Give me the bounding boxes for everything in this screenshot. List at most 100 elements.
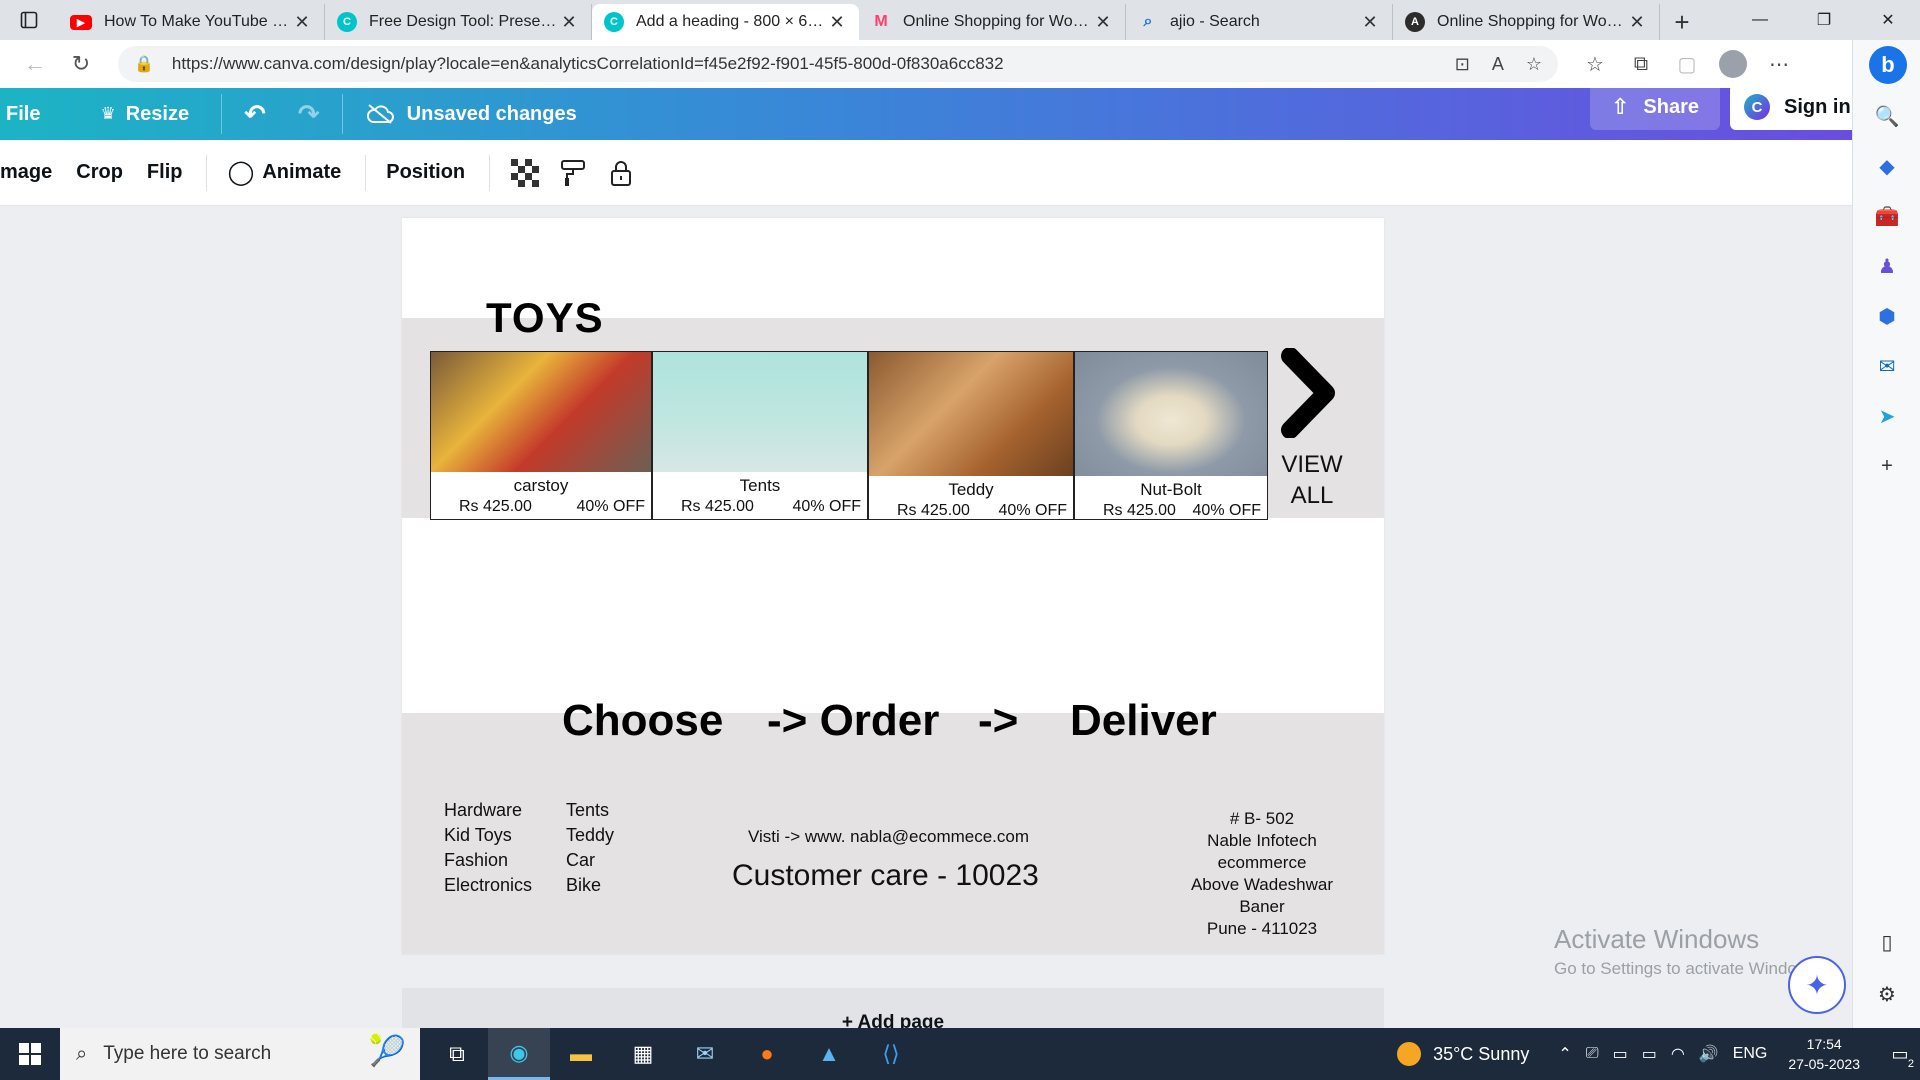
footer-product-list: Tents Teddy Car Bike <box>566 798 614 898</box>
wifi-icon[interactable]: ◠ <box>1671 1044 1685 1064</box>
volume-icon[interactable]: 🔊 <box>1699 1044 1719 1064</box>
games-icon[interactable]: ♟ <box>1873 252 1901 280</box>
product-card[interactable]: Teddy Rs 425.00 40% OFF <box>868 351 1074 520</box>
battery-icon[interactable]: ▭ <box>1642 1044 1657 1064</box>
read-aloud-icon[interactable]: A <box>1492 54 1504 75</box>
tools-icon[interactable]: 🧰 <box>1873 202 1901 230</box>
design-page[interactable]: TOYS carstoy Rs 425.00 40% OFF Tents Rs … <box>402 218 1384 954</box>
view-all-link[interactable]: VIEW ALL <box>1276 347 1348 511</box>
lock-icon[interactable] <box>606 158 636 188</box>
address-line: Baner <box>1239 897 1285 916</box>
resize-button[interactable]: ♛ Resize <box>100 103 189 126</box>
windows-taskbar: ⌕ Type here to search 🎾 ⧉ ◉ ▬ ▦ ✉ ● ▲ ⟨⟩… <box>0 1028 1920 1080</box>
language-indicator[interactable]: ENG <box>1733 1045 1768 1063</box>
crop-button[interactable]: Crop <box>76 161 123 184</box>
mail-icon[interactable]: ✉ <box>674 1028 736 1080</box>
browser-tab[interactable]: M Online Shopping for Wome ✕ <box>859 4 1126 40</box>
edit-image-button[interactable]: mage <box>0 161 52 184</box>
collections-icon[interactable]: ⧉ <box>1618 53 1664 76</box>
close-tab-icon[interactable]: ✕ <box>559 12 579 33</box>
transparency-icon[interactable] <box>510 158 540 188</box>
flip-button[interactable]: Flip <box>147 161 183 184</box>
browser-tab[interactable]: ▶ How To Make YouTube Cha ✕ <box>58 4 325 40</box>
footer-link[interactable]: Tents <box>566 798 614 823</box>
close-tab-icon[interactable]: ✕ <box>827 12 847 33</box>
address-line: Above Wadeshwar <box>1190 875 1334 894</box>
bing-chat-icon[interactable]: b <box>1869 46 1907 84</box>
restore-icon[interactable]: ❐ <box>1792 0 1856 40</box>
footer-link[interactable]: Car <box>566 848 614 873</box>
browser-tab-active[interactable]: C Add a heading - 800 × 600p ✕ <box>592 4 859 40</box>
sign-in-button[interactable]: C Sign in <box>1730 84 1852 130</box>
profile-avatar[interactable] <box>1719 50 1747 78</box>
share-button[interactable]: ⇧ Share <box>1590 84 1720 130</box>
close-tab-icon[interactable]: ✕ <box>1360 12 1380 33</box>
product-card[interactable]: Nut-Bolt Rs 425.00 40% OFF <box>1074 351 1268 520</box>
shopping-tag-icon[interactable]: ◆ <box>1873 152 1901 180</box>
add-sidebar-app-icon[interactable]: + <box>1873 452 1901 480</box>
address-bar[interactable]: 🔒 https://www.canva.com/design/play?loca… <box>118 46 1558 82</box>
product-discount: 40% OFF <box>576 498 645 515</box>
file-explorer-icon[interactable]: ▬ <box>550 1028 612 1080</box>
browser-tab[interactable]: ⌕ ajio - Search ✕ <box>1126 4 1393 40</box>
start-button[interactable] <box>0 1028 60 1080</box>
weather-widget[interactable]: 35°C Sunny <box>1397 1042 1529 1066</box>
file-menu[interactable]: File <box>6 103 40 126</box>
back-arrow-icon[interactable]: ← <box>12 44 58 84</box>
photos-icon[interactable]: ▲ <box>798 1028 860 1080</box>
browser-essentials-icon[interactable]: ▢ <box>1664 52 1710 77</box>
footer-link[interactable]: Hardware <box>444 798 532 823</box>
tab-actions-button[interactable] <box>0 0 58 40</box>
vscode-icon[interactable]: ⟨⟩ <box>860 1028 922 1080</box>
close-tab-icon[interactable]: ✕ <box>292 12 312 33</box>
more-options-icon[interactable]: ⋯ <box>1756 52 1802 77</box>
footer-link[interactable]: Fashion <box>444 848 532 873</box>
minimize-icon[interactable]: — <box>1728 0 1792 40</box>
copy-style-icon[interactable] <box>558 158 588 188</box>
display-icon[interactable]: ▭ <box>1613 1044 1628 1064</box>
taskbar-search-box[interactable]: ⌕ Type here to search 🎾 <box>60 1028 420 1080</box>
position-button[interactable]: Position <box>386 161 465 184</box>
close-window-icon[interactable]: ✕ <box>1856 0 1920 40</box>
activate-windows-watermark: Activate Windows Go to Settings to activ… <box>1554 924 1822 979</box>
notification-center-button[interactable]: ▭ 2 <box>1880 1028 1920 1080</box>
search-icon[interactable]: 🔍 <box>1873 102 1901 130</box>
close-tab-icon[interactable]: ✕ <box>1627 12 1647 33</box>
animate-button[interactable]: ◯ Animate <box>227 158 341 187</box>
footer-link[interactable]: Kid Toys <box>444 823 532 848</box>
outlook-icon[interactable]: ✉ <box>1873 352 1901 380</box>
cloud-status[interactable]: Unsaved changes <box>365 103 577 126</box>
edge-taskbar-icon[interactable]: ◉ <box>488 1028 550 1080</box>
new-tab-button[interactable]: + <box>1660 4 1704 40</box>
undo-icon[interactable]: ↶ <box>244 99 266 130</box>
task-view-icon[interactable]: ⧉ <box>426 1028 488 1080</box>
add-favorite-icon[interactable]: ☆ <box>1526 54 1542 75</box>
footer-link[interactable]: Teddy <box>566 823 614 848</box>
magic-sparkle-button[interactable]: ✦ <box>1788 956 1846 1014</box>
store-icon[interactable]: ▦ <box>612 1028 674 1080</box>
browser-tab[interactable]: A Online Shopping for Wome ✕ <box>1393 4 1660 40</box>
footer-link[interactable]: Bike <box>566 873 614 898</box>
myntra-icon: M <box>874 13 888 30</box>
clock[interactable]: 17:54 27-05-2023 <box>1788 1034 1860 1074</box>
firefox-icon[interactable]: ● <box>736 1028 798 1080</box>
browser-tab[interactable]: C Free Design Tool: Presentati ✕ <box>325 4 592 40</box>
extension-icon[interactable]: ⊡ <box>1455 54 1470 75</box>
redo-icon[interactable]: ↷ <box>298 99 320 130</box>
close-tab-icon[interactable]: ✕ <box>1093 12 1113 33</box>
office-icon[interactable]: ⬢ <box>1873 302 1901 330</box>
share-upload-icon: ⇧ <box>1610 94 1630 119</box>
product-card[interactable]: Tents Rs 425.00 40% OFF <box>652 351 868 520</box>
product-card[interactable]: carstoy Rs 425.00 40% OFF <box>430 351 652 520</box>
section-heading[interactable]: TOYS <box>486 294 604 342</box>
chevron-up-icon[interactable]: ⌃ <box>1558 1044 1571 1064</box>
settings-gear-icon[interactable]: ⚙ <box>1873 980 1901 1008</box>
add-page-button[interactable]: + Add page <box>402 988 1384 1028</box>
favorites-icon[interactable]: ☆ <box>1572 52 1618 77</box>
footer-link[interactable]: Electronics <box>444 873 532 898</box>
lock-icon[interactable]: 🔒 <box>134 54 154 74</box>
refresh-icon[interactable]: ↻ <box>58 44 104 84</box>
meet-icon[interactable]: ⎚ <box>1586 1045 1599 1063</box>
send-icon[interactable]: ➤ <box>1873 402 1901 430</box>
sidebar-toggle-icon[interactable]: ▯ <box>1873 928 1901 956</box>
